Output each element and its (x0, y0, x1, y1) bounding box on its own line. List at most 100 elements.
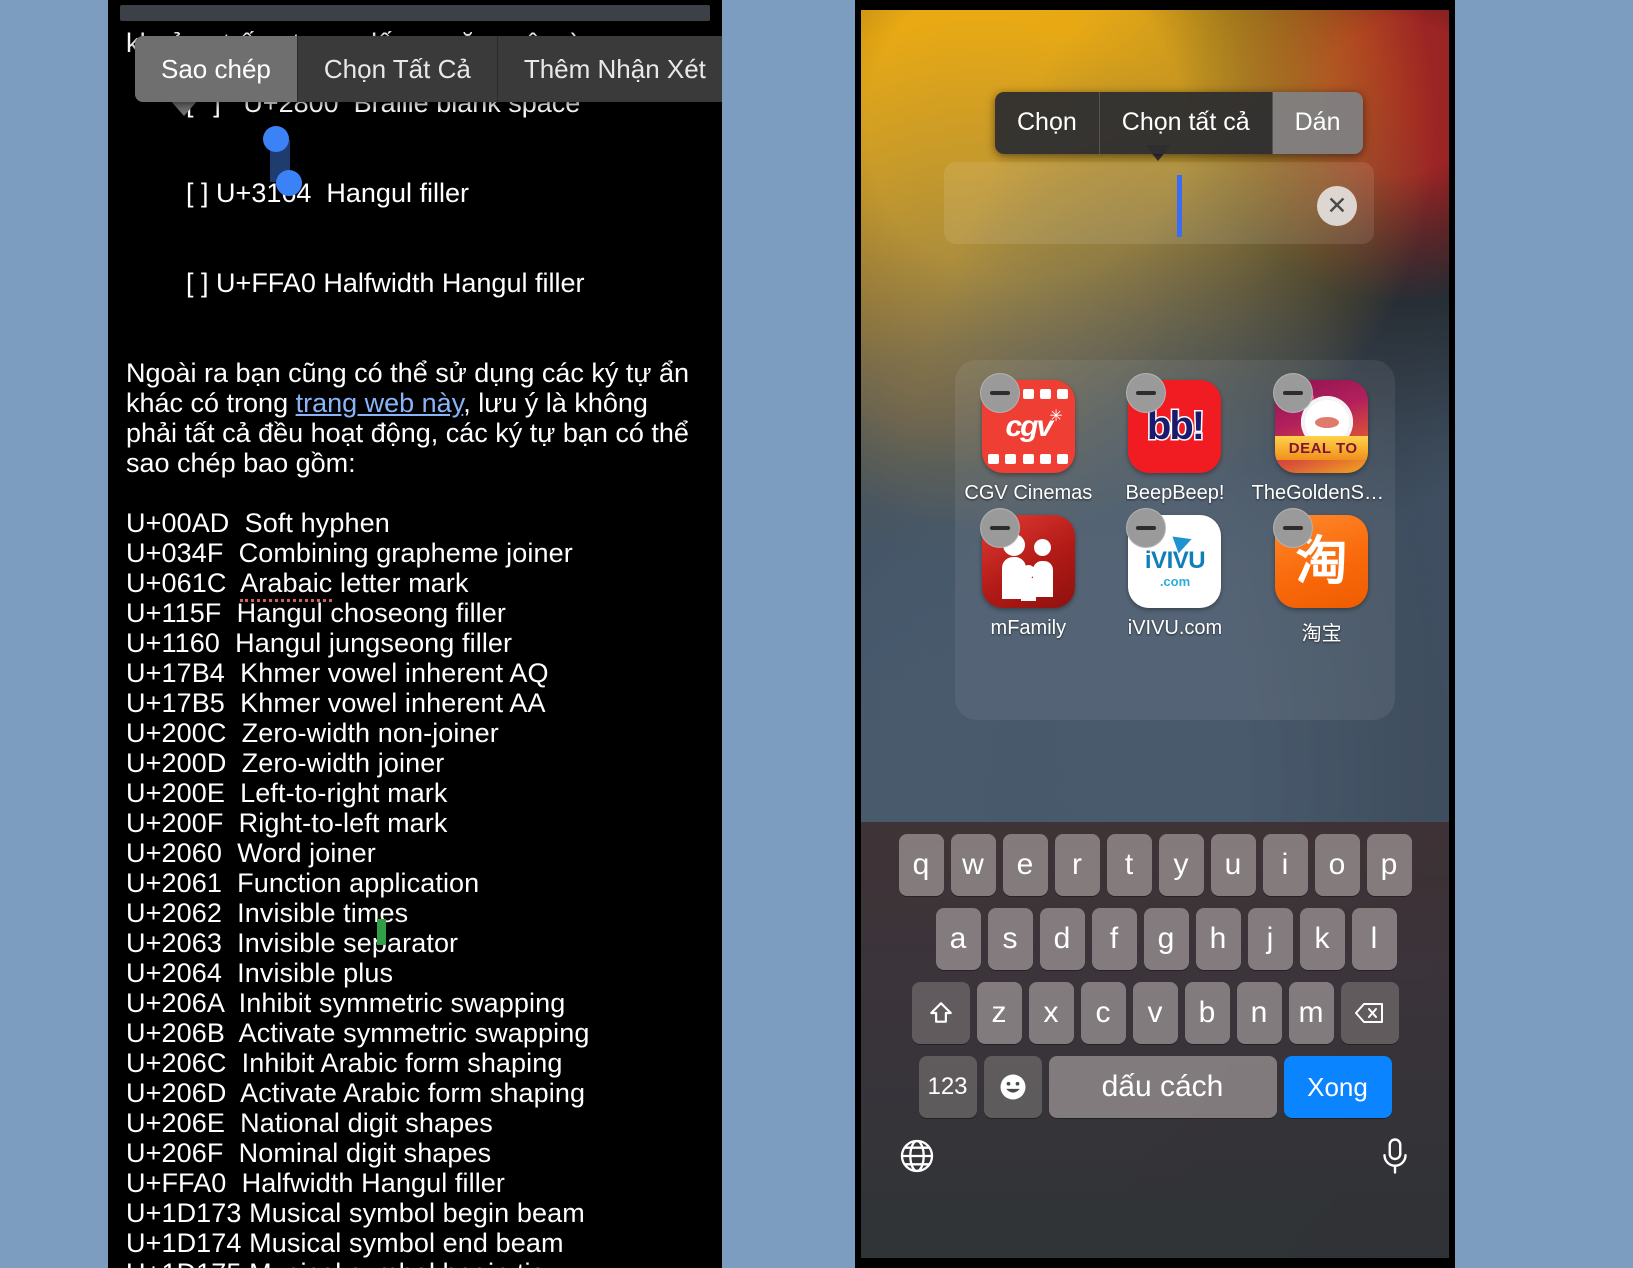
code-list-code: U+1D173 (126, 1198, 242, 1228)
code-list-row: U+206D Activate Arabic form shaping (126, 1078, 704, 1108)
code-list-row: U+17B4 Khmer vowel inherent AQ (126, 658, 704, 688)
key-w[interactable]: w (950, 834, 996, 896)
menu-item-select-all[interactable]: Chọn Tất Cả (298, 36, 498, 102)
code-list-code: U+FFA0 (126, 1168, 227, 1198)
globe-icon[interactable] (897, 1136, 937, 1183)
key-s[interactable]: s (987, 908, 1033, 970)
key-j[interactable]: j (1247, 908, 1293, 970)
key-r[interactable]: r (1054, 834, 1100, 896)
key-z[interactable]: z (976, 982, 1022, 1044)
key-o[interactable]: o (1314, 834, 1360, 896)
key-m[interactable]: m (1288, 982, 1334, 1044)
code-list-row: U+2062 Invisible times (126, 898, 704, 928)
search-input[interactable] (944, 162, 1374, 244)
green-caret-marker (377, 919, 386, 945)
numeric-key[interactable]: 123 (918, 1056, 977, 1118)
code-list-code: U+206B (126, 1018, 225, 1048)
code-list-code: U+115F (126, 598, 222, 628)
key-h[interactable]: h (1195, 908, 1241, 970)
key-n[interactable]: n (1236, 982, 1282, 1044)
code-list-desc: Combining grapheme joiner (238, 538, 573, 568)
space-key[interactable]: dấu cách (1048, 1056, 1277, 1118)
done-button[interactable]: Xong (1283, 1056, 1392, 1118)
code-list-code: U+206D (126, 1078, 227, 1108)
key-y[interactable]: y (1158, 834, 1204, 896)
code-list-desc: Inhibit Arabic form shaping (241, 1048, 563, 1078)
code-list-code: U+200D (126, 748, 227, 778)
context-menu-tail (170, 100, 198, 116)
menu-item-copy[interactable]: Sao chép (135, 36, 298, 102)
app-cell[interactable]: mFamily (955, 508, 1102, 646)
key-b[interactable]: b (1184, 982, 1230, 1044)
key-x[interactable]: x (1028, 982, 1074, 1044)
ios-menu-item-select[interactable]: Chọn (995, 92, 1100, 154)
backspace-icon[interactable] (1340, 982, 1399, 1044)
ios-menu-item-select-all[interactable]: Chọn tất cả (1099, 92, 1273, 154)
remove-app-badge[interactable] (979, 373, 1020, 413)
key-k[interactable]: k (1299, 908, 1345, 970)
key-u[interactable]: u (1210, 834, 1256, 896)
code-list-code: U+2063 (126, 928, 222, 958)
key-t[interactable]: t (1106, 834, 1152, 896)
ios-menu-item-paste[interactable]: Dán (1272, 92, 1363, 154)
key-g[interactable]: g (1143, 908, 1189, 970)
key-d[interactable]: d (1039, 908, 1085, 970)
code-list-desc: Activate Arabic form shaping (240, 1078, 586, 1108)
shift-icon[interactable] (911, 982, 970, 1044)
code-list-code: U+200C (126, 718, 227, 748)
clear-icon[interactable]: ✕ (1317, 186, 1357, 226)
remove-app-badge[interactable] (1273, 373, 1314, 413)
deal-ribbon: DEAL TO (1275, 436, 1369, 460)
key-f[interactable]: f (1091, 908, 1137, 970)
key-e[interactable]: e (1002, 834, 1048, 896)
keyboard-row-3: zxcvbnm (861, 982, 1449, 1044)
key-c[interactable]: c (1080, 982, 1126, 1044)
code-list-desc: Khmer vowel inherent AQ (240, 658, 549, 688)
app-cell[interactable]: 淘淘宝 (1248, 508, 1395, 646)
key-a[interactable]: a (935, 908, 981, 970)
key-i[interactable]: i (1262, 834, 1308, 896)
selection-handle-end[interactable] (276, 170, 302, 196)
code-list-code: U+2062 (126, 898, 222, 928)
code-list-desc: Musical symbol begin tie (249, 1258, 546, 1268)
code-list-code: U+200E (126, 778, 225, 808)
selection-handle-start[interactable] (263, 126, 289, 152)
menu-item-add-comment[interactable]: Thêm Nhận Xét (498, 36, 722, 102)
remove-app-badge[interactable] (979, 508, 1020, 548)
code-list-desc: Invisible plus (237, 958, 394, 988)
app-label: TheGoldenSpo... (1251, 482, 1392, 504)
code-list-desc: Word joiner (237, 838, 376, 868)
app-cell[interactable]: DEAL TO TheGoldenSpo... (1248, 373, 1395, 505)
code-list-code: U+206F (126, 1138, 224, 1168)
code-list-code: U+034F (126, 538, 224, 568)
remove-app-badge[interactable] (1273, 508, 1314, 548)
ivivu-submark: .com (1159, 574, 1191, 589)
code-list-row: U+00AD Soft hyphen (126, 508, 704, 538)
code-list-row: U+206A Inhibit symmetric swapping (126, 988, 704, 1018)
right-phone-screen: cgv ✳ CGV Cinemas bb! BeepBeep! DEAL TO Th… (855, 0, 1455, 1268)
key-v[interactable]: v (1132, 982, 1178, 1044)
app-cell[interactable]: bb! BeepBeep! (1102, 373, 1249, 505)
desc-1: Hangul filler (326, 178, 469, 208)
emoji-icon[interactable] (983, 1056, 1042, 1118)
app-cell[interactable]: cgv ✳ CGV Cinemas (955, 373, 1102, 505)
code-list-desc: Invisible separator (237, 928, 459, 958)
code-list-desc: Zero-width joiner (241, 748, 445, 778)
code-2: U+FFA0 (216, 268, 316, 298)
code-list-desc: Right-to-left mark (238, 808, 448, 838)
beepbeep-wordmark: bb! (1145, 403, 1206, 450)
bracket-row-1: [ ] U+3164 Hangul filler (126, 148, 704, 238)
bracket-2: [ ] (186, 268, 209, 298)
microphone-icon[interactable] (1377, 1136, 1413, 1183)
cgv-wordmark: cgv (1005, 409, 1053, 443)
app-label: mFamily (990, 617, 1067, 639)
android-context-menu[interactable]: Sao chép Chọn Tất Cả Thêm Nhận Xét (135, 36, 722, 102)
key-q[interactable]: q (898, 834, 944, 896)
code-list-row: U+200F Right-to-left mark (126, 808, 704, 838)
key-p[interactable]: p (1366, 834, 1412, 896)
app-cell[interactable]: iVIVU .com iVIVU.com (1102, 508, 1249, 646)
web-link[interactable]: trang web này (296, 388, 464, 418)
ios-context-menu[interactable]: Chọn Chọn tất cả Dán (995, 92, 1363, 154)
key-l[interactable]: l (1351, 908, 1397, 970)
